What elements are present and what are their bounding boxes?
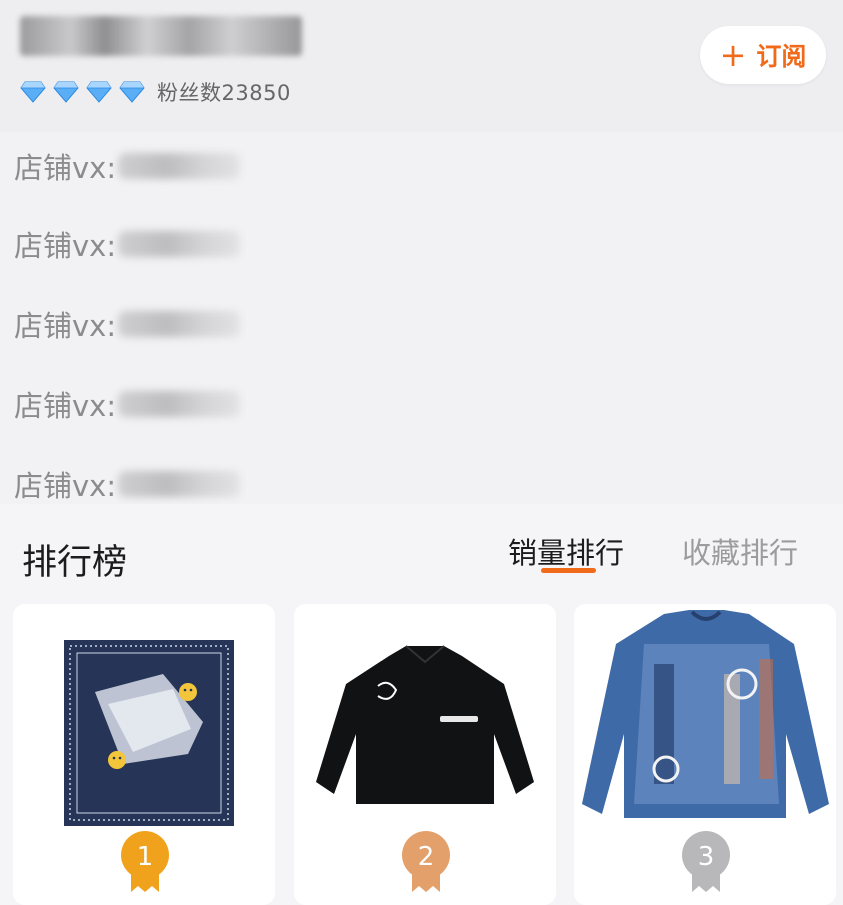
shop-level-row: 粉丝数23850 bbox=[20, 76, 291, 108]
active-tab-indicator bbox=[541, 568, 596, 573]
diamond-icon bbox=[86, 81, 112, 103]
contact-item: 店铺vx: bbox=[14, 144, 241, 188]
ranking-section: 排行榜 销量排行 收藏排行 1 2 3 bbox=[0, 504, 843, 905]
contact-item: 店铺vx: bbox=[14, 382, 241, 426]
subscribe-label: 订阅 bbox=[756, 42, 807, 71]
diamond-icon bbox=[20, 81, 46, 103]
contact-label: 店铺vx: bbox=[14, 309, 117, 343]
contact-item: 店铺vx: bbox=[14, 222, 241, 266]
contact-redacted bbox=[118, 311, 241, 337]
product-card-rank-3[interactable]: 3 bbox=[574, 604, 836, 905]
contact-label: 店铺vx: bbox=[14, 229, 117, 263]
plus-icon: + bbox=[719, 36, 747, 74]
fans-count: 粉丝数23850 bbox=[157, 81, 291, 105]
contact-item: 店铺vx: bbox=[14, 302, 241, 346]
contact-redacted bbox=[118, 231, 241, 257]
rank-medal-2: 2 bbox=[402, 831, 450, 892]
tab-sales-ranking[interactable]: 销量排行 bbox=[508, 530, 624, 572]
shop-name-redacted bbox=[20, 16, 302, 56]
contact-redacted bbox=[118, 153, 241, 179]
contact-label: 店铺vx: bbox=[14, 151, 117, 185]
rank-number: 1 bbox=[137, 842, 154, 872]
contact-item: 店铺vx: bbox=[14, 462, 241, 506]
contact-redacted bbox=[118, 471, 241, 497]
product-card-rank-2[interactable]: 2 bbox=[294, 604, 556, 905]
contact-label: 店铺vx: bbox=[14, 389, 117, 423]
ranking-title: 排行榜 bbox=[22, 543, 128, 583]
contact-redacted bbox=[118, 391, 241, 417]
rank-number: 3 bbox=[698, 842, 715, 872]
rank-number: 2 bbox=[418, 842, 435, 872]
diamond-icon bbox=[53, 81, 79, 103]
shop-contact-list: 店铺vx: 店铺vx: 店铺vx: 店铺vx: 店铺vx: bbox=[0, 132, 843, 504]
rank-medal-1: 1 bbox=[121, 831, 169, 892]
contact-label: 店铺vx: bbox=[14, 469, 117, 503]
diamond-icon bbox=[119, 81, 145, 103]
rank-medal-3: 3 bbox=[682, 831, 730, 892]
tab-favorites-ranking[interactable]: 收藏排行 bbox=[682, 530, 798, 572]
product-card-rank-1[interactable]: 1 bbox=[13, 604, 275, 905]
shop-header: 粉丝数23850 + 订阅 bbox=[0, 0, 843, 132]
subscribe-button[interactable]: + 订阅 bbox=[700, 26, 826, 84]
